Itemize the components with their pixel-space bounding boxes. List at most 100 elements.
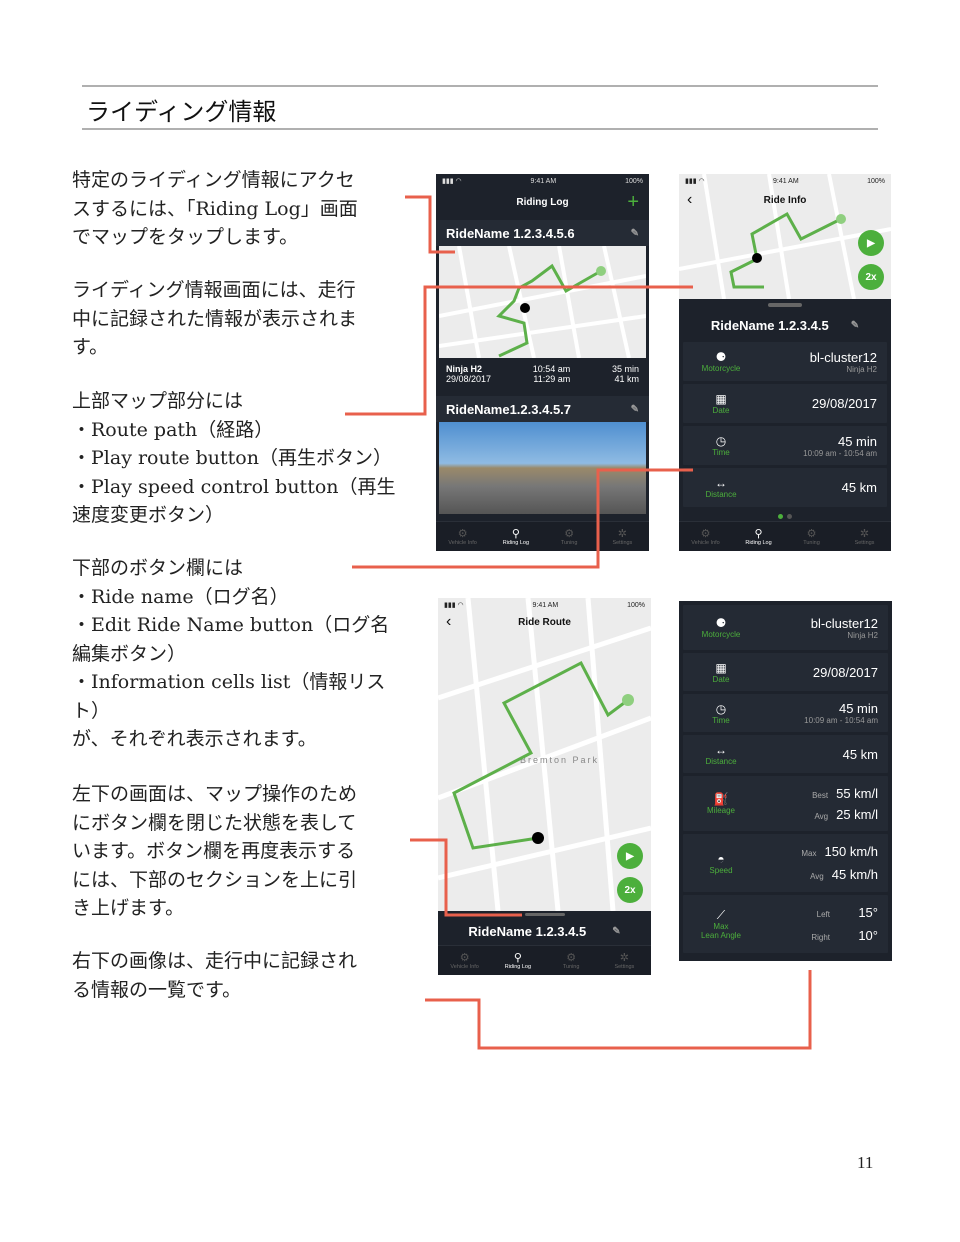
motorcycle-icon: ⚙ — [459, 952, 470, 964]
gear-icon: ✲ — [859, 528, 870, 540]
edit-pencil-icon[interactable]: ✎ — [631, 228, 639, 239]
route-pin-icon: ⚲ — [754, 528, 763, 540]
play-speed-button[interactable]: 2x — [858, 264, 884, 290]
tab-bar: ⚙ Vehicle Info ⚲ Riding Log ⚙ Tuning ✲ Setti… — [436, 521, 649, 551]
cell-date: ▦ Date 29/08/2017 — [683, 384, 887, 423]
ride-summary: Ninja H2 29/08/2017 10:54 am 11:29 am 35 m… — [436, 358, 649, 390]
text-line: 左下の画面は、マップ操作のため — [72, 783, 358, 805]
cell-distance: ↔ Distance 45 km — [683, 735, 888, 773]
ride-route-map[interactable]: Bremton Park ▮▮▮ ◠ 9:41 AM 100% ‹ Ride Rou… — [438, 598, 651, 911]
tab-riding-log[interactable]: ⚲ Riding Log — [491, 946, 544, 975]
text-line: す。 — [72, 336, 109, 358]
text-line: ・Edit Ride Name button（ログ名 — [72, 614, 390, 636]
screen-title: Riding Log — [516, 196, 569, 208]
tab-tuning[interactable]: ⚙ Tuning — [545, 946, 598, 975]
ride-route-screen: Bremton Park ▮▮▮ ◠ 9:41 AM 100% ‹ Ride Rou… — [438, 598, 651, 975]
nav-bar: Riding Log + — [436, 188, 649, 216]
tab-vehicle-info[interactable]: ⚙ Vehicle Info — [436, 522, 489, 551]
tab-settings[interactable]: ✲ Settings — [838, 522, 891, 551]
text-line: ト） — [72, 699, 111, 722]
drag-handle[interactable] — [524, 913, 565, 916]
tab-vehicle-info[interactable]: ⚙ Vehicle Info — [438, 946, 491, 975]
route-end-marker — [836, 214, 846, 224]
tab-tuning[interactable]: ⚙ Tuning — [543, 522, 596, 551]
cell-distance: ↔ Distance 45 km — [683, 468, 887, 507]
ride-name: RideName1.2.3.4.5.7 — [446, 401, 572, 417]
end-time: 11:29 am — [533, 374, 571, 384]
route-pin-icon: ⚲ — [513, 952, 522, 964]
riding-log-screen: ▮▮▮ ◠ 9:41 AM 100% Riding Log + RideName… — [436, 174, 649, 551]
ride-map-thumbnail[interactable] — [439, 246, 646, 358]
text-line: スするには、「Riding Log」画面 — [72, 197, 358, 220]
cell-date: ▦ Date 29/08/2017 — [683, 653, 888, 691]
battery-status: 100% — [867, 177, 885, 185]
text-line: 速度変更ボタン） — [72, 504, 225, 526]
text-line: る情報の一覧です。 — [72, 978, 242, 1001]
text-line: でマップをタップします。 — [72, 226, 299, 248]
paragraph-collapsed: 左下の画面は、マップ操作のため にボタン欄を閉じた状態を表して います。ボタン欄を再… — [72, 780, 412, 923]
ride-photo[interactable] — [439, 422, 646, 514]
cell-speed: ◓ Speed Max 150 km/h Avg 45 km/h — [683, 834, 888, 892]
cell-motorcycle: ⚈ Motorcycle bl-cluster12 Ninja H2 — [683, 605, 888, 650]
ride-name-row[interactable]: RideName 1.2.3.4.5.6 ✎ — [436, 220, 649, 246]
position-marker — [752, 253, 762, 263]
calendar-icon: ▦ — [715, 392, 727, 406]
play-route-button[interactable]: ▶ — [858, 230, 884, 256]
speedometer-icon: ◓ — [717, 851, 725, 866]
text-line: 特定のライディング情報にアクセ — [72, 169, 355, 191]
battery-status: 100% — [625, 177, 643, 185]
route-end-marker — [596, 266, 606, 276]
duration: 35 min — [611, 364, 639, 374]
clock-icon: ◷ — [715, 701, 727, 716]
text-line: 上部マップ部分には — [72, 390, 244, 412]
tab-settings[interactable]: ✲ Settings — [596, 522, 649, 551]
drag-handle[interactable] — [768, 303, 802, 307]
paragraph-ride-info: ライディング情報画面には、走行 中に記録された情報が表示されま す。 — [72, 276, 412, 362]
paragraph-bottom-panel: 下部のボタン欄には ・Ride name（ログ名） ・Edit Ride Name … — [72, 554, 412, 754]
start-time: 10:54 am — [532, 364, 571, 374]
page-number: 11 — [857, 1153, 874, 1172]
route-end-marker — [622, 694, 634, 706]
tab-tuning[interactable]: ⚙ Tuning — [785, 522, 838, 551]
motorcycle-icon: ⚙ — [457, 528, 468, 540]
add-ride-button[interactable]: + — [627, 191, 639, 214]
back-button[interactable]: ‹ — [446, 613, 451, 631]
callout-line — [425, 970, 812, 1050]
text-line: 編集ボタン） — [72, 642, 187, 665]
distance-arrows-icon: ↔ — [715, 476, 727, 490]
cell-lean-angle: ⟋ Max Lean Angle Left 15° Right 10° — [683, 895, 888, 953]
paragraph-top-map: 上部マップ部分には ・Route path（経路） ・Play route butt… — [72, 387, 412, 530]
route-map — [439, 246, 646, 358]
tuning-icon: ⚙ — [564, 528, 575, 540]
play-route-button[interactable]: ▶ — [617, 843, 643, 869]
route-pin-icon: ⚲ — [511, 528, 520, 540]
position-marker — [520, 303, 530, 313]
motorcycle-icon: ⚈ — [715, 616, 727, 630]
motorcycle-icon: ⚈ — [715, 350, 727, 364]
play-speed-button[interactable]: 2x — [617, 877, 643, 903]
cell-time: ◷ Time 45 min 10:09 am - 10:54 am — [683, 426, 887, 465]
motorcycle-icon: ⚙ — [700, 528, 711, 540]
cell-motorcycle: ⚈ Motorcycle bl-cluster12 Ninja H2 — [683, 342, 887, 381]
edit-ride-name-button[interactable]: ✎ — [612, 926, 620, 937]
edit-pencil-icon[interactable]: ✎ — [631, 404, 639, 415]
map-place-label: Bremton Park — [520, 755, 599, 765]
calendar-icon: ▦ — [715, 660, 727, 675]
ride-info-screen: ▮▮▮ ◠ 9:41 AM 100% ‹ Ride Info ▶ 2x RideNa… — [679, 174, 891, 551]
tab-vehicle-info[interactable]: ⚙ Vehicle Info — [679, 522, 732, 551]
text-line: が、それぞれ表示されます。 — [72, 728, 317, 750]
info-cells-list: ⚈ Motorcycle bl-cluster12 Ninja H2 ▦ Date 29/… — [679, 601, 892, 961]
tab-riding-log[interactable]: ⚲ Riding Log — [732, 522, 785, 551]
ride-name: RideName 1.2.3.4.5 — [468, 923, 587, 939]
back-button[interactable]: ‹ — [687, 191, 692, 209]
bike-name: Ninja H2 — [446, 364, 483, 374]
edit-ride-name-button[interactable]: ✎ — [851, 320, 859, 331]
text-line: ・Play speed control button（再生 — [72, 475, 396, 498]
status-time: 9:41 AM — [530, 177, 557, 185]
tab-riding-log[interactable]: ⚲ Riding Log — [489, 522, 542, 551]
tab-settings[interactable]: ✲ Settings — [598, 946, 651, 975]
ride-map[interactable]: ▮▮▮ ◠ 9:41 AM 100% ‹ Ride Info ▶ 2x — [679, 174, 891, 299]
cell-mileage: ⛽ Mileage Best 55 km/l Avg 25 km/l — [683, 776, 888, 831]
ride-name-row-2[interactable]: RideName1.2.3.4.5.7 ✎ — [436, 396, 649, 422]
text-line: います。ボタン欄を再度表示する — [72, 840, 356, 862]
